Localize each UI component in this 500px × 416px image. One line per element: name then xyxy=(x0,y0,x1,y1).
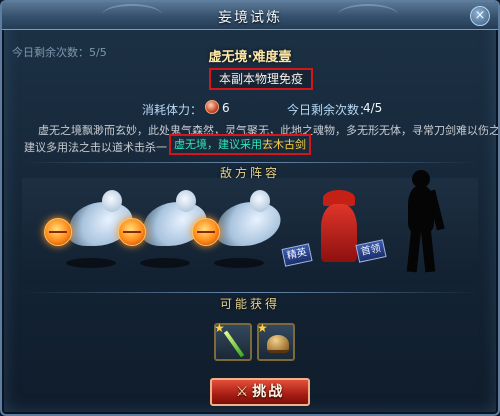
stamina-cost-label: 消耗体力： xyxy=(142,103,203,117)
challenge-label: 挑战 xyxy=(252,384,285,400)
attempts-label: 今日剩余次数： xyxy=(287,103,372,117)
challenge-button[interactable]: ⚔ 挑战 xyxy=(210,378,310,406)
crossed-swords-icon: ⚔ xyxy=(235,384,251,400)
ghost-head xyxy=(250,190,270,212)
stamina-cost-value: 6 xyxy=(222,101,230,115)
ground-shadow xyxy=(66,258,116,268)
ground-shadow xyxy=(214,258,264,268)
attempts-value: 4/5 xyxy=(363,101,383,115)
ghost-body xyxy=(210,202,288,246)
staff-icon xyxy=(223,330,245,358)
close-button[interactable]: × xyxy=(470,6,490,26)
stage-description-line2: 建议多用法之击以道术击杀一 xyxy=(24,141,167,154)
lantern-icon xyxy=(118,218,146,246)
ground-shadow xyxy=(140,258,190,268)
dialog-window: 妄境试炼 × 今日剩余次数：5/5 虚无境·难度壹 本副本物理免疫 消耗体力： … xyxy=(0,0,500,416)
stamina-icon xyxy=(205,100,219,114)
divider xyxy=(22,162,478,163)
divider xyxy=(22,292,478,293)
strategy-tip: 虚无境，建议采用去木古剑 xyxy=(169,134,311,155)
stage-name: 虚无境·难度壹 xyxy=(208,50,292,65)
recommended-weapon: 去木古剑 xyxy=(262,138,306,151)
reward-slot-staff[interactable]: ★ xyxy=(214,321,252,361)
immunity-notice: 本副本物理免疫 xyxy=(209,68,313,90)
title-bar[interactable]: 妄境试炼 × xyxy=(2,2,498,30)
boss-leg xyxy=(406,227,422,273)
boss-enemy-silhouette[interactable] xyxy=(398,168,445,273)
strategy-tip-text: 虚无境，建议采用 xyxy=(174,138,262,151)
ghost-enemy[interactable] xyxy=(192,190,288,270)
elite-enemy[interactable] xyxy=(317,190,361,262)
possible-rewards-title: 可能获得 xyxy=(219,297,280,311)
star-icon: ★ xyxy=(257,321,268,335)
elite-cloak xyxy=(321,204,357,262)
helmet-icon xyxy=(267,335,289,353)
boss-leg xyxy=(420,227,436,273)
reward-slot-helmet[interactable]: ★ xyxy=(257,321,295,361)
lantern-icon xyxy=(192,218,220,246)
lantern-icon xyxy=(44,218,72,246)
window-title: 妄境试炼 xyxy=(218,10,282,26)
